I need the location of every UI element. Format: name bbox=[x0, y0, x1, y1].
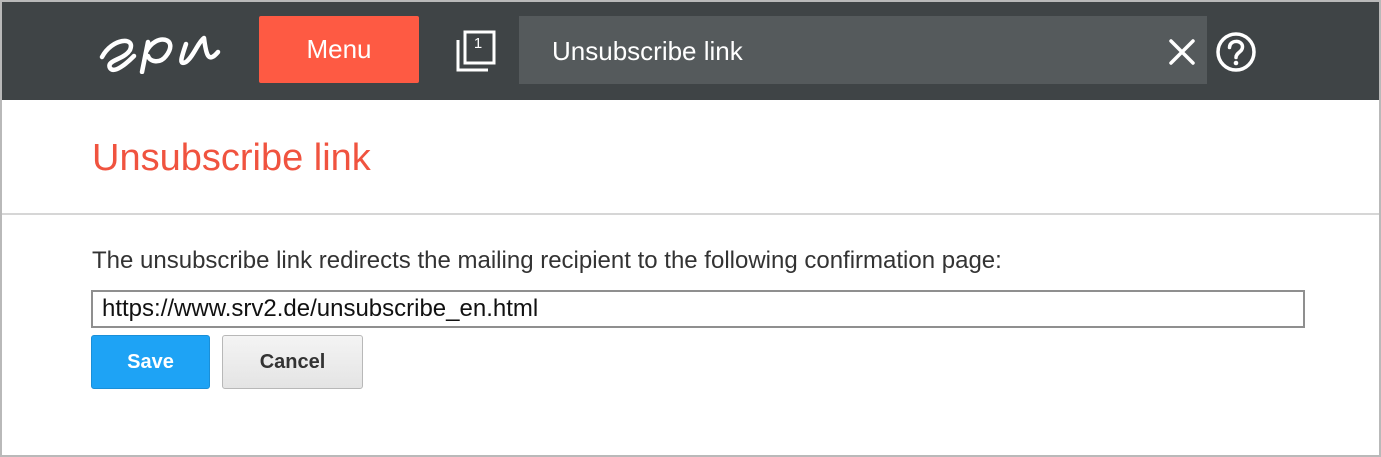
save-button[interactable]: Save bbox=[91, 335, 210, 389]
cancel-button[interactable]: Cancel bbox=[222, 335, 363, 389]
unsubscribe-url-input[interactable] bbox=[91, 290, 1305, 328]
close-icon bbox=[1169, 39, 1195, 65]
description-text: The unsubscribe link redirects the maili… bbox=[92, 247, 1002, 274]
search-bar[interactable]: Unsubscribe link bbox=[519, 16, 1207, 84]
epi-logo[interactable] bbox=[90, 26, 224, 74]
divider bbox=[2, 213, 1379, 215]
app-window: Menu 1 Unsubscribe link Unsubscribe link bbox=[0, 0, 1381, 457]
search-value: Unsubscribe link bbox=[552, 36, 743, 66]
open-windows-button[interactable]: 1 bbox=[449, 26, 501, 74]
help-button[interactable] bbox=[1214, 30, 1258, 74]
close-button[interactable] bbox=[1166, 36, 1198, 68]
help-icon bbox=[1216, 32, 1256, 72]
page-title: Unsubscribe link bbox=[92, 137, 371, 179]
top-bar: Menu 1 Unsubscribe link bbox=[2, 2, 1379, 100]
menu-button[interactable]: Menu bbox=[259, 16, 419, 83]
open-windows-count: 1 bbox=[473, 35, 483, 52]
